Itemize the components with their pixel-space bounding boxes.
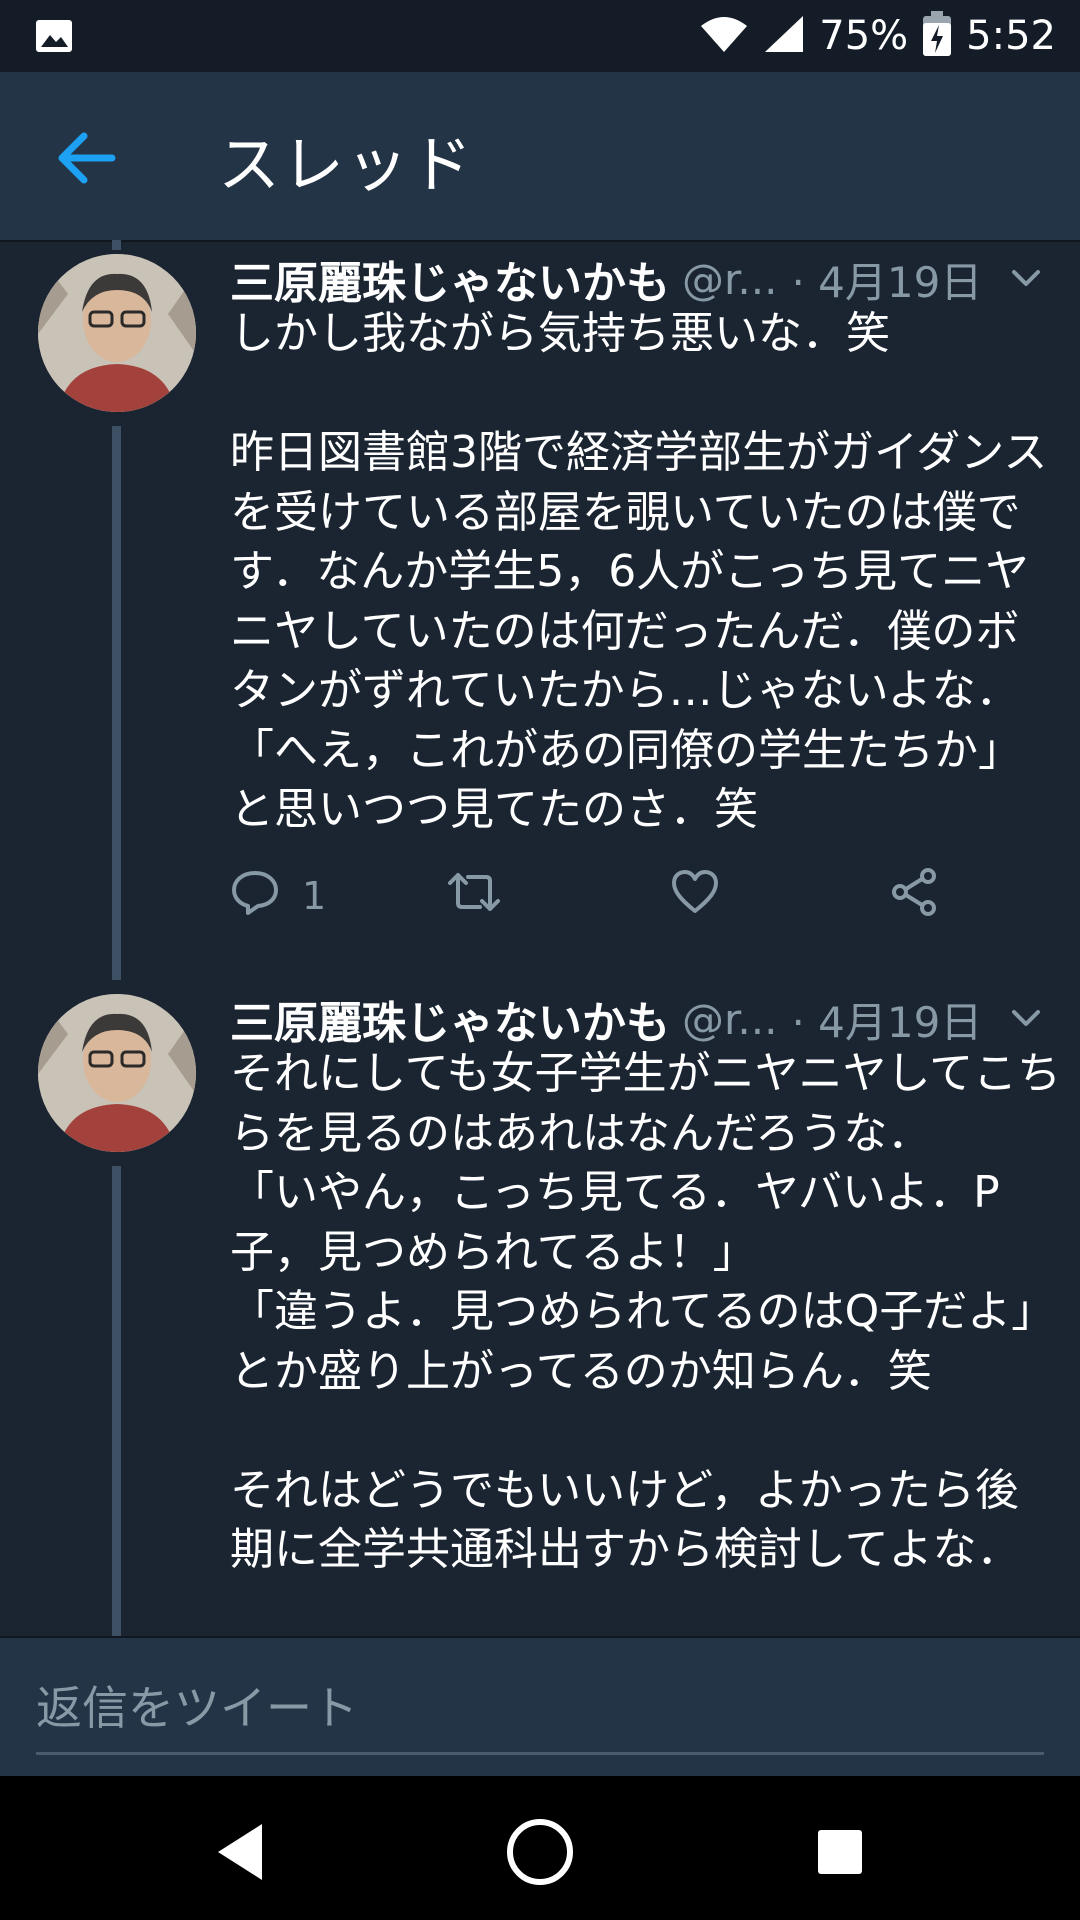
chevron-down-icon[interactable] bbox=[1006, 260, 1046, 296]
tweet-date[interactable]: · 4月19日 bbox=[791, 249, 982, 310]
nav-recents-icon[interactable] bbox=[800, 1812, 880, 1892]
author-name[interactable]: 三原麗珠じゃないかも bbox=[230, 987, 670, 1051]
thread-line-top bbox=[112, 240, 121, 250]
tweet-date[interactable]: · 4月19日 bbox=[791, 989, 982, 1050]
avatar[interactable] bbox=[38, 994, 196, 1152]
share-button[interactable] bbox=[890, 866, 940, 926]
reply-input[interactable]: 返信をツイート bbox=[36, 1678, 1044, 1755]
heart-icon bbox=[670, 867, 720, 926]
thread-line bbox=[112, 1166, 121, 1636]
image-icon bbox=[34, 16, 74, 60]
signal-icon bbox=[763, 14, 805, 58]
battery-percent: 75% bbox=[819, 13, 909, 59]
status-bar: 75% 5:52 bbox=[0, 0, 1080, 72]
thread-line bbox=[112, 426, 121, 980]
app-header: スレッド bbox=[0, 72, 1080, 242]
retweet-icon bbox=[446, 867, 502, 926]
author-name[interactable]: 三原麗珠じゃないかも bbox=[230, 247, 670, 311]
tweet-text: それにしても女子学生がニヤニヤしてこちらを見るのはあれはなんだろうな． 「いやん… bbox=[230, 1048, 1062, 1575]
battery-charging-icon bbox=[922, 11, 952, 61]
system-nav-bar bbox=[0, 1776, 1080, 1920]
tweet-header: 三原麗珠じゃないかも @r... · 4月19日 bbox=[230, 988, 1060, 1050]
author-handle[interactable]: @r... bbox=[682, 995, 777, 1044]
tweet[interactable]: 三原麗珠じゃないかも @r... · 4月19日 しかし我ながら気持ち悪いな．笑… bbox=[0, 240, 1080, 980]
retweet-button[interactable] bbox=[446, 866, 502, 926]
clock: 5:52 bbox=[966, 13, 1056, 59]
like-button[interactable] bbox=[670, 866, 720, 926]
reply-count: 1 bbox=[302, 874, 327, 918]
tweet-actions: 1 bbox=[230, 866, 1030, 926]
share-icon bbox=[890, 867, 940, 926]
reply-bar: 返信をツイート bbox=[0, 1636, 1080, 1778]
chevron-down-icon[interactable] bbox=[1006, 1000, 1046, 1036]
reply-button[interactable]: 1 bbox=[230, 866, 326, 926]
nav-back-icon[interactable] bbox=[200, 1812, 280, 1892]
nav-home-icon[interactable] bbox=[500, 1812, 580, 1892]
page-title: スレッド bbox=[218, 128, 475, 201]
back-arrow-icon[interactable] bbox=[52, 128, 124, 188]
tweet-text: しかし我ながら気持ち悪いな．笑 昨日図書館3階で経済学部生がガイダンスを受けてい… bbox=[230, 308, 1048, 835]
tweet[interactable]: 三原麗珠じゃないかも @r... · 4月19日 それにしても女子学生がニヤニヤ… bbox=[0, 980, 1080, 1636]
author-handle[interactable]: @r... bbox=[682, 255, 777, 304]
wifi-icon bbox=[699, 14, 749, 58]
reply-icon bbox=[230, 867, 280, 926]
avatar[interactable] bbox=[38, 254, 196, 412]
tweet-header: 三原麗珠じゃないかも @r... · 4月19日 bbox=[230, 248, 1060, 310]
